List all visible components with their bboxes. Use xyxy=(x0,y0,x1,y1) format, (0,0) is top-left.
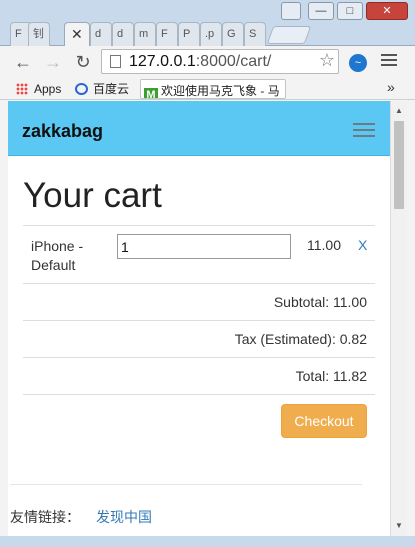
page-scrollbar[interactable]: ▲ ▼ xyxy=(390,101,407,536)
browser-tab[interactable]: .p xyxy=(200,22,222,46)
reload-icon[interactable]: ↻ xyxy=(72,51,94,73)
browser-tab[interactable]: P xyxy=(178,22,200,46)
url-text: 127.0.0.1:8000/cart/ xyxy=(129,53,271,71)
page-icon xyxy=(110,55,121,68)
subtotal-row: Subtotal: 11.00 xyxy=(23,283,375,320)
checkout-row: Checkout xyxy=(23,394,375,484)
back-icon[interactable]: ← xyxy=(12,51,34,73)
total-row: Total: 11.82 xyxy=(23,357,375,394)
browser-tab-active[interactable]: ✕ xyxy=(64,22,90,47)
tab-close-icon[interactable]: ✕ xyxy=(71,23,83,45)
bookmark-star-icon[interactable]: ☆ xyxy=(319,50,335,71)
footer: 友情链接： 发现中国 xyxy=(10,484,362,527)
tab-title: m xyxy=(139,28,149,40)
minimize-button[interactable]: — xyxy=(308,2,334,20)
cart-container: Your cart iPhone - Default 11.00 X Subto… xyxy=(8,176,390,484)
item-name-line1: iPhone - xyxy=(31,238,84,254)
tab-title: F xyxy=(15,28,22,40)
browser-toolbar: ← → ↻ 127.0.0.1:8000/cart/ ☆ ~ xyxy=(0,46,415,78)
hamburger-menu-icon[interactable] xyxy=(353,123,375,141)
tab-title: .p xyxy=(205,28,215,40)
item-name: iPhone - Default xyxy=(31,237,83,275)
tab-title: G xyxy=(227,28,236,40)
tab-title: F xyxy=(161,28,168,40)
maximize-button[interactable]: □ xyxy=(337,2,363,20)
browser-tab[interactable]: d xyxy=(90,22,112,46)
tab-title: d xyxy=(95,28,102,40)
more-bookmarks-icon[interactable]: » xyxy=(387,79,395,95)
browser-tab[interactable]: F xyxy=(156,22,178,46)
total-text: Total: 11.82 xyxy=(295,368,367,384)
apps-grid-icon xyxy=(16,83,28,95)
browser-tab[interactable]: S xyxy=(244,22,266,46)
footer-label: 友情链接： xyxy=(10,509,80,525)
close-window-button[interactable]: ✕ xyxy=(366,2,408,20)
new-tab-button[interactable] xyxy=(266,26,312,44)
tab-title: S xyxy=(249,28,257,40)
bookmark-baidu[interactable]: 百度云 xyxy=(75,81,129,97)
site-navbar: zakkabag xyxy=(8,101,390,156)
user-profile-icon[interactable] xyxy=(281,2,301,20)
browser-tab[interactable]: m xyxy=(134,22,156,46)
url-path: :8000/cart/ xyxy=(195,53,272,70)
page-viewport: zakkabag Your cart iPhone - Default 11.0… xyxy=(8,101,390,536)
browser-tab[interactable]: 钊 xyxy=(28,22,50,46)
tab-title: P xyxy=(183,28,191,40)
tax-text: Tax (Estimated): 0.82 xyxy=(234,331,367,347)
browser-menu-icon[interactable] xyxy=(381,54,397,70)
scroll-down-icon[interactable]: ▼ xyxy=(391,518,407,534)
scrollbar-thumb[interactable] xyxy=(394,121,404,209)
address-bar[interactable]: 127.0.0.1:8000/cart/ ☆ xyxy=(101,49,339,74)
maxiang-icon: M xyxy=(144,88,158,98)
forward-icon[interactable]: → xyxy=(42,51,64,73)
bookmark-label: Apps xyxy=(34,82,62,96)
item-name-line2: Default xyxy=(31,257,76,273)
site-brand[interactable]: zakkabag xyxy=(22,121,103,142)
bookmarks-bar: Apps 百度云 M 欢迎使用马克飞象 - 马 » xyxy=(0,78,415,100)
browser-titlebar: F 钊 ✕ d d m F P .p G S — □ ✕ xyxy=(0,0,415,47)
tab-title: 钊 xyxy=(33,28,44,40)
tax-row: Tax (Estimated): 0.82 xyxy=(23,320,375,357)
browser-tab[interactable]: d xyxy=(112,22,134,46)
scroll-up-icon[interactable]: ▲ xyxy=(391,103,407,119)
bookmark-maxiang[interactable]: M 欢迎使用马克飞象 - 马 xyxy=(140,79,286,99)
bookmark-label: 百度云 xyxy=(93,82,130,96)
baidu-cloud-icon xyxy=(75,83,88,95)
window-bottom-border xyxy=(0,536,415,547)
cart-item-row: iPhone - Default 11.00 X xyxy=(23,225,375,283)
url-host: 127.0.0.1 xyxy=(129,53,196,70)
tab-title: d xyxy=(117,28,124,40)
quantity-input[interactable] xyxy=(117,234,291,259)
checkout-button[interactable]: Checkout xyxy=(281,404,367,438)
browser-tab[interactable]: G xyxy=(222,22,244,46)
footer-link[interactable]: 发现中国 xyxy=(96,509,152,525)
bookmark-apps[interactable]: Apps xyxy=(16,81,61,97)
page-title: Your cart xyxy=(23,176,162,215)
tab-strip: F 钊 ✕ d d m F P .p G S xyxy=(8,18,315,47)
item-price: 11.00 xyxy=(307,237,341,253)
extension-icon[interactable]: ~ xyxy=(349,54,367,72)
subtotal-text: Subtotal: 11.00 xyxy=(273,294,367,310)
remove-item-link[interactable]: X xyxy=(358,237,367,253)
bookmark-label: 欢迎使用马克飞象 - 马 xyxy=(161,84,280,98)
